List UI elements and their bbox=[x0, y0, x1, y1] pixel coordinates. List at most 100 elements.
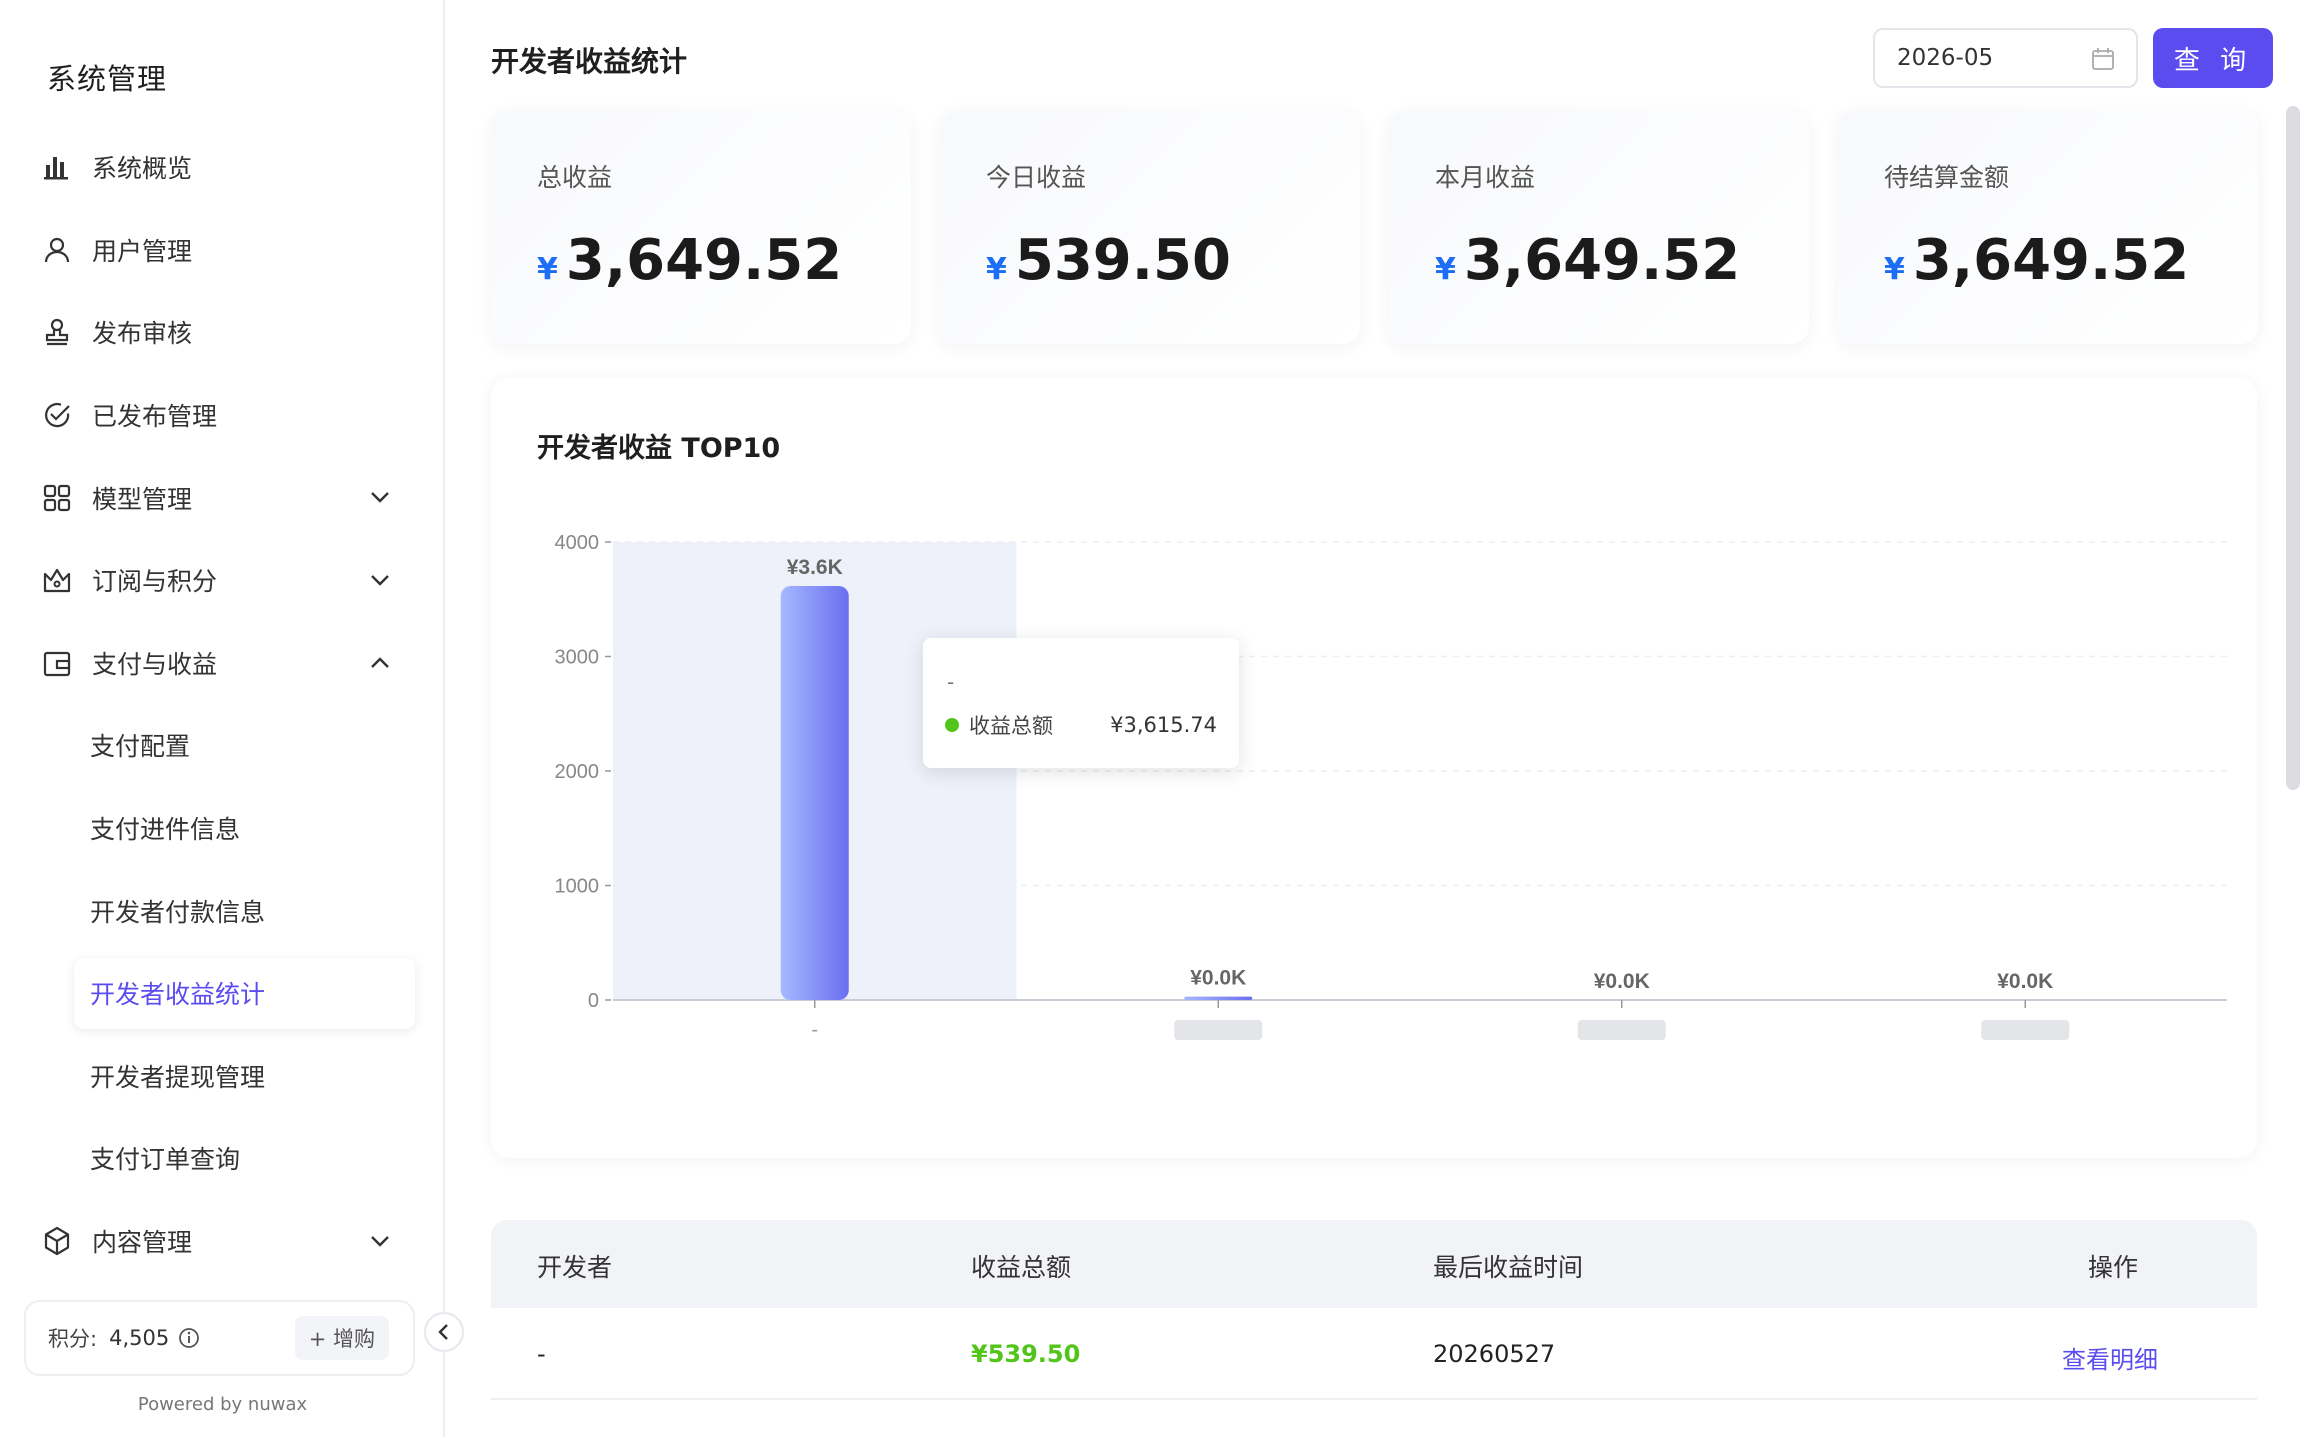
main-content: 开发者收益统计 2026-05 查 询 总收益 ¥ 3,649.52 今日收益 … bbox=[447, 0, 2317, 1437]
sidebar-subitem-label: 支付订单查询 bbox=[90, 1145, 241, 1175]
bar-data-label: ¥0.0K bbox=[1190, 967, 1246, 990]
points-value: 4,505 bbox=[109, 1326, 170, 1350]
sidebar-item-models[interactable]: 模型管理 bbox=[0, 456, 445, 539]
stat-label: 待结算金额 bbox=[1884, 163, 2010, 192]
chevron-down-icon bbox=[371, 492, 389, 504]
tooltip-title: - bbox=[947, 670, 955, 694]
sidebar-subitem-orders[interactable]: 支付订单查询 bbox=[0, 1117, 445, 1200]
y-tick-label: 1000 bbox=[555, 876, 600, 898]
sidebar-item-subscription[interactable]: 订阅与积分 bbox=[0, 539, 445, 622]
sidebar-subitem-label: 支付配置 bbox=[90, 732, 191, 762]
page-title: 开发者收益统计 bbox=[491, 45, 688, 78]
stat-value: ¥ 3,649.52 bbox=[1435, 228, 1740, 293]
sidebar-subitem-label: 开发者提现管理 bbox=[90, 1062, 266, 1092]
sidebar-subitem-label: 开发者收益统计 bbox=[90, 980, 266, 1010]
stat-number: 3,649.52 bbox=[565, 228, 843, 293]
buy-points-button[interactable]: + 增购 bbox=[294, 1316, 389, 1360]
sidebar-item-users[interactable]: 用户管理 bbox=[0, 209, 445, 292]
sidebar: 系统管理 系统概览 用户管理 发布审核 已发布管理 模型管理 订阅与积分 支付与… bbox=[0, 0, 445, 1437]
bar-chart-icon bbox=[40, 150, 74, 184]
user-icon bbox=[40, 233, 74, 267]
column-header-amount: 收益总额 bbox=[971, 1253, 1072, 1282]
stat-card-month: 本月收益 ¥ 3,649.52 bbox=[1389, 110, 1809, 344]
sidebar-item-review[interactable]: 发布审核 bbox=[0, 291, 445, 374]
tooltip-row: 收益总额 ¥3,615.74 bbox=[945, 710, 1217, 740]
sidebar-item-label: 模型管理 bbox=[92, 484, 193, 514]
sidebar-item-label: 已发布管理 bbox=[92, 402, 218, 432]
stat-card-total: 总收益 ¥ 3,649.52 bbox=[491, 110, 911, 344]
points-label: 积分: bbox=[48, 1327, 98, 1351]
currency-symbol: ¥ bbox=[1435, 252, 1456, 287]
column-header-action: 操作 bbox=[2088, 1253, 2139, 1282]
sidebar-item-label: 发布审核 bbox=[92, 319, 193, 349]
sidebar-subitem-developer-earnings[interactable]: 开发者收益统计 bbox=[0, 952, 445, 1035]
sidebar-menu: 系统概览 用户管理 发布审核 已发布管理 模型管理 订阅与积分 支付与收益 支付… bbox=[0, 126, 445, 1282]
query-button[interactable]: 查 询 bbox=[2153, 28, 2273, 88]
chevron-up-icon bbox=[371, 656, 389, 668]
bar bbox=[1184, 996, 1253, 1000]
stat-number: 539.50 bbox=[1014, 228, 1231, 293]
column-header-developer: 开发者 bbox=[537, 1253, 613, 1282]
y-tick-label: 4000 bbox=[555, 532, 600, 554]
earnings-bar-chart[interactable]: 0 1000 2000 3000 4000 ¥3.6K - ¥0.0K ¥0.0K ¥0.0K bbox=[491, 378, 2257, 1158]
blurred-label bbox=[1577, 1020, 1666, 1040]
y-tick-label: 2000 bbox=[555, 761, 600, 783]
points-panel: 积分: 4,505 + 增购 bbox=[24, 1300, 415, 1376]
bar-data-label: ¥0.0K bbox=[1594, 970, 1650, 993]
bar-data-label: ¥0.0K bbox=[1997, 970, 2053, 993]
sidebar-subitem-label: 开发者付款信息 bbox=[90, 897, 266, 927]
info-icon[interactable] bbox=[177, 1326, 201, 1350]
sidebar-subitem-developer-payment[interactable]: 开发者付款信息 bbox=[0, 869, 445, 952]
sidebar-subitem-withdrawals[interactable]: 开发者提现管理 bbox=[0, 1035, 445, 1118]
sidebar-item-label: 支付与收益 bbox=[92, 649, 218, 679]
month-picker[interactable]: 2026-05 bbox=[1873, 28, 2138, 88]
sidebar-item-content[interactable]: 内容管理 bbox=[0, 1200, 445, 1283]
series-dot bbox=[945, 718, 959, 732]
view-details-link[interactable]: 查看明细 bbox=[2062, 1340, 2158, 1375]
powered-by: Powered by nuwax bbox=[137, 1394, 308, 1415]
stat-value: ¥ 539.50 bbox=[986, 228, 1231, 293]
stat-value: ¥ 3,649.52 bbox=[537, 228, 842, 293]
collapse-sidebar-button[interactable] bbox=[424, 1312, 464, 1352]
bar bbox=[780, 585, 849, 1000]
stat-label: 今日收益 bbox=[986, 163, 1087, 192]
table-row: - ¥539.50 20260527 查看明细 bbox=[491, 1308, 2257, 1400]
earnings-table: 开发者 收益总额 最后收益时间 操作 - ¥539.50 20260527 查看… bbox=[491, 1220, 2257, 1400]
sidebar-item-published[interactable]: 已发布管理 bbox=[0, 374, 445, 457]
sidebar-subitem-label: 支付进件信息 bbox=[90, 815, 241, 845]
chevron-down-icon bbox=[371, 1235, 389, 1247]
cell-developer: - bbox=[537, 1340, 546, 1368]
calendar-icon bbox=[2092, 48, 2114, 70]
check-circle-icon bbox=[40, 398, 74, 432]
sidebar-subitem-payment-merchant[interactable]: 支付进件信息 bbox=[0, 787, 445, 870]
tooltip-series-name: 收益总额 bbox=[969, 714, 1053, 738]
currency-symbol: ¥ bbox=[986, 252, 1007, 287]
apps-icon bbox=[40, 481, 74, 515]
cell-amount: ¥539.50 bbox=[971, 1340, 1081, 1368]
x-tick-label: - bbox=[811, 1019, 818, 1041]
currency-symbol: ¥ bbox=[1884, 252, 1905, 287]
page-scrollbar[interactable] bbox=[2286, 106, 2300, 790]
cell-last-time: 20260527 bbox=[1433, 1340, 1556, 1368]
sidebar-item-overview[interactable]: 系统概览 bbox=[0, 126, 445, 209]
stat-label: 本月收益 bbox=[1435, 163, 1536, 192]
wallet-icon bbox=[40, 646, 74, 680]
sidebar-title: 系统管理 bbox=[47, 62, 168, 96]
stamp-icon bbox=[40, 315, 74, 349]
month-picker-value: 2026-05 bbox=[1897, 45, 1994, 71]
chevron-down-icon bbox=[371, 575, 389, 586]
table-header: 开发者 收益总额 最后收益时间 操作 bbox=[491, 1220, 2257, 1308]
chart-tooltip: - 收益总额 ¥3,615.74 bbox=[923, 638, 1239, 768]
currency-symbol: ¥ bbox=[537, 252, 558, 287]
y-tick-label: 0 bbox=[588, 990, 599, 1012]
chevron-left-icon bbox=[438, 1324, 448, 1340]
sidebar-item-label: 内容管理 bbox=[92, 1228, 193, 1258]
sidebar-item-payment[interactable]: 支付与收益 bbox=[0, 622, 445, 705]
stat-card-pending: 待结算金额 ¥ 3,649.52 bbox=[1838, 110, 2258, 344]
sidebar-item-label: 订阅与积分 bbox=[92, 567, 218, 597]
blurred-label bbox=[1981, 1020, 2070, 1040]
tooltip-value: ¥3,615.74 bbox=[1110, 713, 1217, 737]
cube-icon bbox=[40, 1224, 74, 1258]
sidebar-subitem-payment-config[interactable]: 支付配置 bbox=[0, 704, 445, 787]
stat-card-today: 今日收益 ¥ 539.50 bbox=[940, 110, 1360, 344]
